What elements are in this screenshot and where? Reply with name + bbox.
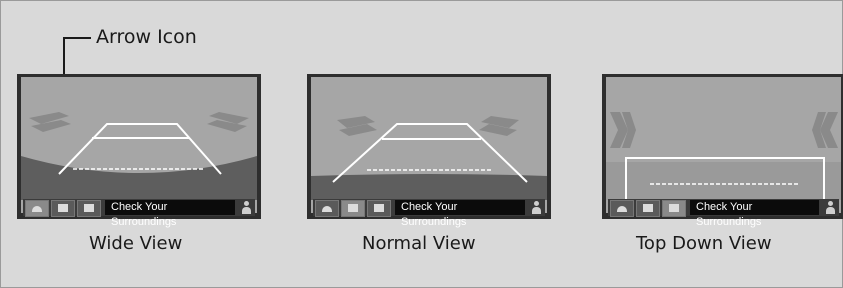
camera-screen-wide: Check Your Surroundings [17, 74, 261, 228]
normal-view-image [311, 77, 547, 213]
top-down-view-image [606, 77, 841, 213]
status-bar: Check Your Surroundings [23, 199, 255, 228]
wide-view-icon [322, 206, 332, 212]
status-bar: Check Your Surroundings [313, 199, 545, 228]
normal-view-icon [643, 204, 653, 212]
wide-view-icon [617, 206, 627, 212]
top-down-view-icon [669, 204, 679, 212]
person-icon [825, 201, 837, 214]
top-down-view-button[interactable] [367, 200, 391, 217]
camera-screen-top-down: Check Your Surroundings [602, 74, 843, 228]
normal-view-button[interactable] [636, 200, 660, 217]
person-icon [241, 201, 253, 214]
normal-view-icon [58, 204, 68, 212]
top-down-view-icon [374, 204, 384, 212]
top-down-view-button[interactable] [662, 200, 686, 217]
wide-view-button[interactable] [610, 200, 634, 217]
check-surroundings-message: Check Your Surroundings [105, 200, 235, 228]
check-surroundings-message: Check Your Surroundings [395, 200, 525, 228]
top-down-view-button[interactable] [77, 200, 101, 217]
wide-view-image [21, 77, 257, 213]
normal-view-icon [348, 204, 358, 212]
arrow-icon-callout-label: Arrow Icon [96, 26, 197, 48]
normal-view-button[interactable] [51, 200, 75, 217]
figure-frame: Arrow Icon Check Your Surroundings Check… [0, 0, 843, 288]
wide-view-button[interactable] [315, 200, 339, 217]
camera-screen-normal: Check Your Surroundings [307, 74, 551, 228]
wide-view-icon [32, 206, 42, 212]
check-surroundings-message: Check Your Surroundings [690, 200, 819, 228]
top-down-view-caption: Top Down View [636, 233, 772, 254]
top-down-view-icon [84, 204, 94, 212]
normal-view-caption: Normal View [362, 233, 476, 254]
status-bar: Check Your Surroundings [608, 199, 839, 228]
callout-leader-line [63, 37, 91, 39]
wide-view-caption: Wide View [89, 233, 183, 254]
person-icon [531, 201, 543, 214]
wide-view-button[interactable] [25, 200, 49, 217]
normal-view-button[interactable] [341, 200, 365, 217]
